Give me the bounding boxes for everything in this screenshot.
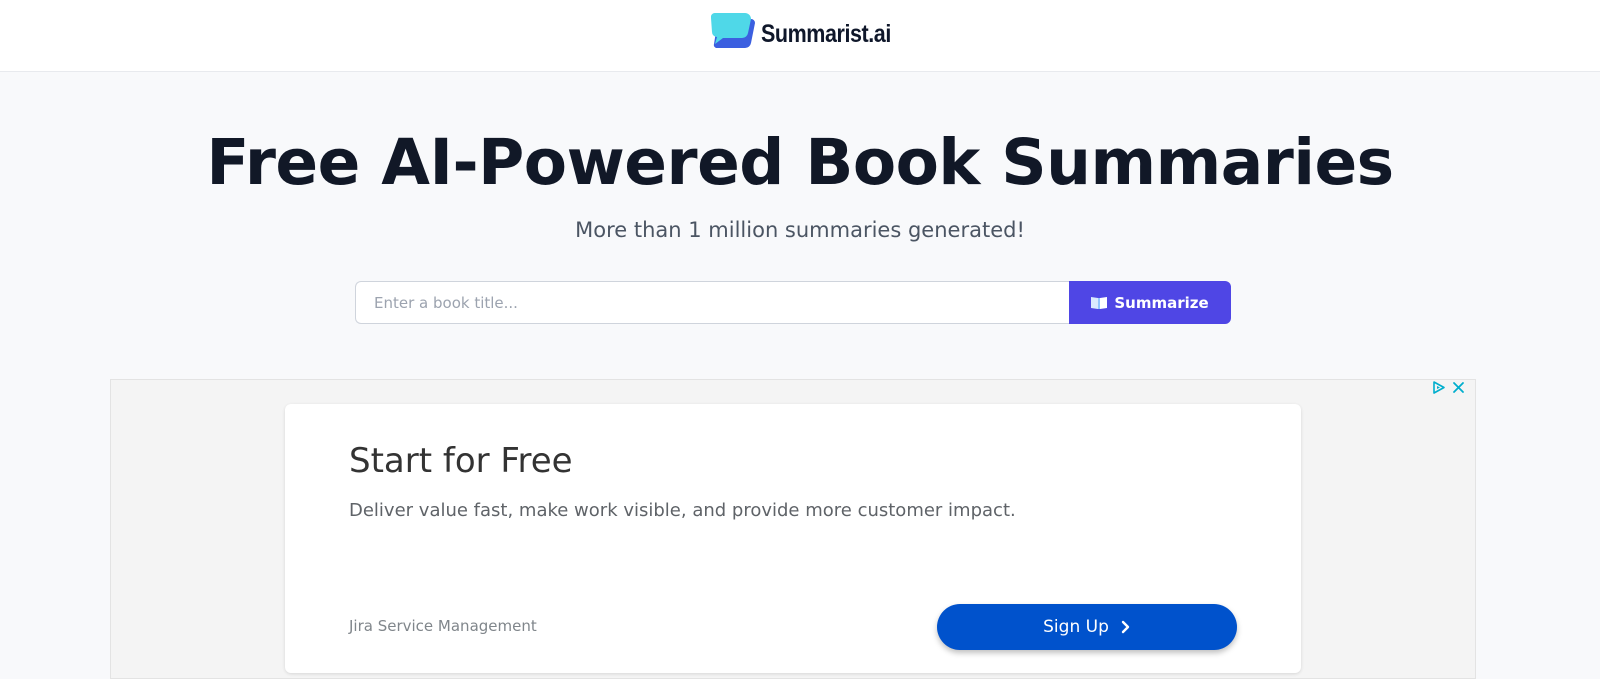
page-subtitle: More than 1 million summaries generated!	[575, 218, 1025, 242]
book-title-input[interactable]	[355, 281, 1069, 324]
adchoices-icon[interactable]	[1431, 380, 1446, 395]
chat-bubble-logo-icon	[711, 13, 755, 49]
sign-up-label: Sign Up	[1043, 617, 1109, 637]
sign-up-button[interactable]: Sign Up	[937, 604, 1237, 650]
ad-advertiser: Jira Service Management	[349, 617, 537, 635]
summarize-button-label: Summarize	[1114, 293, 1209, 312]
ad-headline: Start for Free	[349, 441, 573, 481]
brand-name: Summarist.ai	[761, 19, 891, 48]
site-logo[interactable]: Summarist.ai	[711, 13, 912, 51]
page-title: Free AI-Powered Book Summaries	[206, 126, 1394, 199]
close-icon[interactable]	[1452, 381, 1465, 394]
ad-choices	[1431, 380, 1465, 395]
ad-description: Deliver value fast, make work visible, a…	[349, 500, 1016, 521]
ad-card[interactable]: Start for Free Deliver value fast, make …	[285, 404, 1301, 673]
summarize-button[interactable]: Summarize	[1069, 281, 1231, 324]
top-navbar: Summarist.ai	[0, 0, 1600, 72]
open-book-icon	[1091, 297, 1108, 309]
search-form: Summarize	[355, 281, 1231, 324]
chevron-right-icon	[1121, 620, 1130, 634]
